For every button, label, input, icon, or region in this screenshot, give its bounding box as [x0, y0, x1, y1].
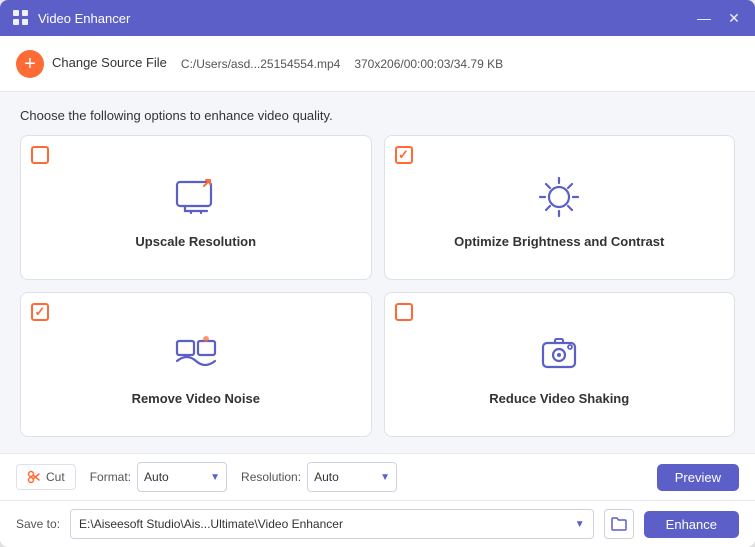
window-controls: — ✕ [695, 9, 743, 27]
format-label: Format: [90, 470, 131, 484]
save-path-text: E:\Aiseesoft Studio\Ais...Ultimate\Video… [79, 517, 571, 531]
option-shaking[interactable]: Reduce Video Shaking [384, 292, 736, 437]
save-to-label: Save to: [16, 517, 60, 531]
resolution-label: Resolution: [241, 470, 301, 484]
enhance-button[interactable]: Enhance [644, 511, 739, 538]
noise-checkbox[interactable]: ✓ [31, 303, 51, 323]
options-grid: Upscale Resolution ✓ [20, 135, 735, 437]
change-source-label: Change Source File [52, 55, 167, 72]
format-value: Auto [144, 470, 206, 484]
scissors-icon [27, 470, 41, 484]
cut-button[interactable]: Cut [16, 464, 76, 490]
app-title: Video Enhancer [38, 11, 695, 26]
file-info: 370x206/00:00:03/34.79 KB [354, 57, 503, 71]
option-noise[interactable]: ✓ Remove Video Noise [20, 292, 372, 437]
upscale-label: Upscale Resolution [135, 234, 256, 249]
option-upscale[interactable]: Upscale Resolution [20, 135, 372, 280]
preview-button[interactable]: Preview [657, 464, 739, 491]
shaking-icon [532, 327, 586, 381]
brightness-checkbox-checked: ✓ [395, 146, 413, 164]
format-dropdown[interactable]: Auto ▼ [137, 462, 227, 492]
title-bar: Video Enhancer — ✕ [0, 0, 755, 36]
main-content: Choose the following options to enhance … [0, 92, 755, 453]
resolution-arrow-icon: ▼ [380, 472, 390, 483]
noise-icon [169, 327, 223, 381]
resolution-dropdown[interactable]: Auto ▼ [307, 462, 397, 492]
format-arrow-icon: ▼ [210, 472, 220, 483]
noise-label: Remove Video Noise [132, 391, 260, 406]
option-brightness[interactable]: ✓ Optimize Brightness and [384, 135, 736, 280]
app-icon [12, 9, 30, 27]
resolution-value: Auto [314, 470, 376, 484]
save-path-arrow-icon: ▼ [575, 519, 585, 530]
save-bar: Save to: E:\Aiseesoft Studio\Ais...Ultim… [0, 500, 755, 547]
folder-icon [611, 517, 627, 531]
bottom-toolbar: Cut Format: Auto ▼ Resolution: Auto ▼ Pr… [0, 453, 755, 500]
noise-checkbox-checked: ✓ [31, 303, 49, 321]
resolution-group: Resolution: Auto ▼ [241, 462, 397, 492]
minimize-button[interactable]: — [695, 9, 713, 27]
shaking-label: Reduce Video Shaking [489, 391, 629, 406]
change-source-button[interactable]: + Change Source File [16, 50, 167, 78]
file-path: C:/Users/asd...25154554.mp4 [181, 57, 340, 71]
brightness-label: Optimize Brightness and Contrast [454, 234, 664, 249]
brightness-icon [532, 170, 586, 224]
shaking-checkbox[interactable] [395, 303, 415, 323]
add-icon: + [16, 50, 44, 78]
format-group: Format: Auto ▼ [90, 462, 227, 492]
upscale-checkbox[interactable] [31, 146, 51, 166]
app-window: Video Enhancer — ✕ + Change Source File … [0, 0, 755, 547]
instruction-text: Choose the following options to enhance … [20, 108, 735, 123]
close-button[interactable]: ✕ [725, 9, 743, 27]
upscale-icon [169, 170, 223, 224]
upscale-checkbox-unchecked [31, 146, 49, 164]
shaking-checkbox-unchecked [395, 303, 413, 321]
browse-folder-button[interactable] [604, 509, 634, 539]
source-bar: + Change Source File C:/Users/asd...2515… [0, 36, 755, 92]
brightness-checkbox[interactable]: ✓ [395, 146, 415, 166]
cut-label: Cut [46, 470, 65, 484]
save-path-dropdown[interactable]: E:\Aiseesoft Studio\Ais...Ultimate\Video… [70, 509, 594, 539]
